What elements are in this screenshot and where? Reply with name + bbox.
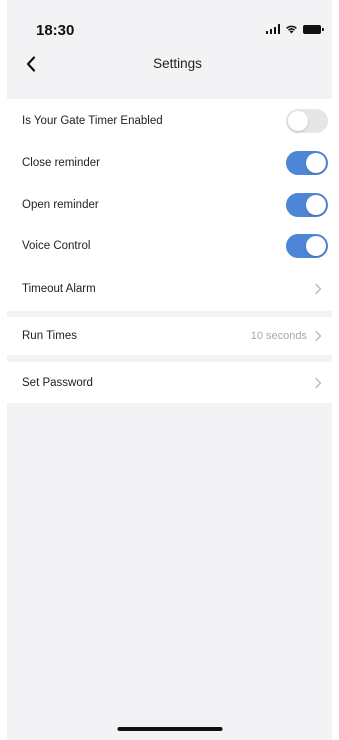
run-times-label: Run Times [22,330,77,342]
status-time: 18:30 [36,22,75,39]
status-bar: 18:30 [0,0,339,48]
toggle-knob [306,236,326,256]
setting-row-voice-control: Voice Control [7,226,332,266]
run-times-value: 10 seconds [250,330,307,342]
setting-row-open-reminder: Open reminder [7,185,332,225]
chevron-right-icon [315,330,322,342]
gate-timer-label: Is Your Gate Timer Enabled [22,115,163,127]
chevron-right-icon [315,283,322,295]
close-reminder-toggle[interactable] [286,151,328,175]
setting-row-close-reminder: Close reminder [7,143,332,183]
setting-row-set-password[interactable]: Set Password [7,362,332,403]
status-icons [265,24,324,34]
close-reminder-label: Close reminder [22,157,100,169]
timeout-alarm-label: Timeout Alarm [22,283,96,295]
set-password-label: Set Password [22,376,93,389]
open-reminder-toggle[interactable] [286,193,328,217]
chevron-right-icon [315,377,322,388]
voice-control-label: Voice Control [22,240,91,252]
settings-group-main: Is Your Gate Timer Enabled Close reminde… [7,99,332,311]
toggle-knob [306,153,326,173]
toggle-knob [288,111,308,131]
open-reminder-label: Open reminder [22,199,99,211]
battery-icon [303,24,324,34]
page-title: Settings [153,56,202,71]
settings-group-run-times: Run Times 10 seconds [7,317,332,355]
cellular-signal-icon [265,24,280,34]
voice-control-toggle[interactable] [286,234,328,258]
gate-timer-toggle[interactable] [286,109,328,133]
home-indicator[interactable] [117,727,222,731]
setting-row-timeout-alarm[interactable]: Timeout Alarm [7,269,332,309]
frame-edge-left [0,0,7,740]
settings-screen: 18:30 Settings Is Your Gate Timer Enable… [0,0,339,740]
toggle-knob [306,195,326,215]
setting-row-run-times[interactable]: Run Times 10 seconds [7,317,332,355]
navigation-bar: Settings [0,48,339,84]
settings-group-password: Set Password [7,362,332,403]
wifi-icon [285,24,298,34]
setting-row-gate-timer: Is Your Gate Timer Enabled [7,101,332,141]
frame-edge-right [332,0,339,740]
